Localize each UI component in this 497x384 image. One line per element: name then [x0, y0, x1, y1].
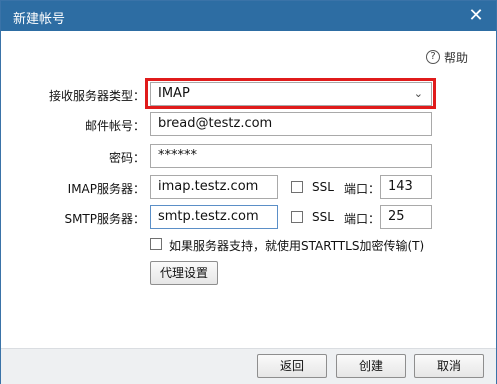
- close-icon[interactable]: ✕: [466, 6, 486, 26]
- server-type-label: 接收服务器类型：: [48, 89, 145, 103]
- dialog-footer: 返回 创建 取消: [1, 348, 496, 384]
- starttls-checkbox[interactable]: [150, 238, 162, 250]
- imap-ssl-label: SSL: [312, 180, 334, 194]
- help-icon: ?: [426, 50, 440, 64]
- smtp-ssl-checkbox[interactable]: [291, 211, 303, 223]
- cancel-button[interactable]: 取消: [414, 354, 484, 378]
- dialog-title: 新建帐号: [13, 12, 66, 27]
- new-account-dialog: 新建帐号 ✕ ? 帮助 接收服务器类型： IMAP ⌄ 邮件帐号： bread@…: [0, 0, 497, 384]
- imap-port-label: 端口：: [344, 182, 381, 196]
- account-field[interactable]: bread@testz.com: [150, 112, 432, 136]
- starttls-label: 如果服务器支持，就使用STARTTLS加密传输(T): [169, 239, 425, 253]
- password-field[interactable]: ******: [150, 144, 432, 168]
- create-button[interactable]: 创建: [336, 354, 406, 378]
- help-label: 帮助: [444, 50, 469, 65]
- imap-server-label: IMAP服务器：: [67, 182, 145, 196]
- smtp-port-field[interactable]: 25: [380, 205, 432, 229]
- password-label: 密码：: [108, 151, 145, 165]
- smtp-server-field[interactable]: smtp.testz.com: [150, 205, 278, 229]
- smtp-server-label: SMTP服务器：: [64, 212, 145, 226]
- account-label: 邮件帐号：: [84, 119, 145, 133]
- imap-server-field[interactable]: imap.testz.com: [150, 175, 278, 199]
- proxy-settings-button[interactable]: 代理设置: [150, 261, 218, 285]
- title-bar: 新建帐号 ✕: [1, 1, 496, 31]
- imap-ssl-checkbox[interactable]: [291, 181, 303, 193]
- imap-port-field[interactable]: 143: [380, 175, 432, 199]
- help-link[interactable]: ? 帮助: [426, 49, 468, 65]
- server-type-select[interactable]: IMAP ⌄: [150, 82, 432, 106]
- server-type-value: IMAP: [158, 86, 190, 101]
- back-button[interactable]: 返回: [257, 354, 327, 378]
- chevron-down-icon: ⌄: [413, 87, 423, 100]
- smtp-ssl-label: SSL: [312, 210, 334, 224]
- smtp-port-label: 端口：: [344, 212, 381, 226]
